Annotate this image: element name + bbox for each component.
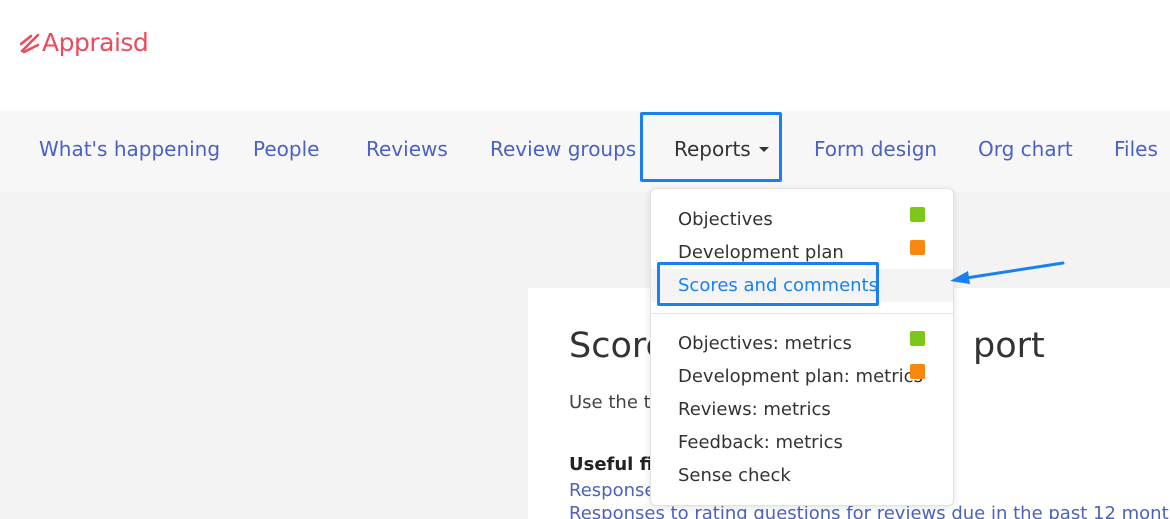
menu-item-sense-check[interactable]: Sense check <box>651 459 953 492</box>
filter-link-responses[interactable]: Response <box>569 480 655 501</box>
menu-item-reviews-metrics[interactable]: Reviews: metrics <box>651 393 953 426</box>
nav-item-review-groups[interactable]: Review groups <box>490 111 636 192</box>
menu-item-development-plan-metrics[interactable]: Development plan: metrics <box>651 360 953 393</box>
reports-dropdown-menu: Objectives Development plan Scores and c… <box>650 188 954 506</box>
app-header: Appraisd <box>0 0 1170 111</box>
status-square-icon <box>910 331 925 346</box>
reports-highlight-box <box>640 112 782 182</box>
useful-filters-heading: Useful fi <box>569 454 653 475</box>
nav-item-files[interactable]: Files <box>1114 111 1158 192</box>
nav-item-whats-happening[interactable]: What's happening <box>39 111 220 192</box>
status-square-icon <box>910 364 925 379</box>
page-intro: Use the th <box>569 392 663 413</box>
nav-item-org-chart[interactable]: Org chart <box>978 111 1073 192</box>
appraisd-wing-icon <box>20 33 40 53</box>
nav-item-people[interactable]: People <box>253 111 319 192</box>
appraisd-logo[interactable]: Appraisd <box>20 28 149 57</box>
brand-name: Appraisd <box>42 28 149 57</box>
menu-divider <box>651 313 953 314</box>
menu-item-feedback-metrics[interactable]: Feedback: metrics <box>651 426 953 459</box>
page-title-end: port <box>973 326 1045 366</box>
menu-item-objectives[interactable]: Objectives <box>651 203 953 236</box>
nav-item-form-design[interactable]: Form design <box>814 111 937 192</box>
main-nav: What's happening People Reviews Review g… <box>0 111 1170 192</box>
annotation-arrow-icon <box>950 261 1065 284</box>
scores-highlight-box <box>657 262 879 306</box>
status-square-icon <box>910 240 925 255</box>
menu-item-objectives-metrics[interactable]: Objectives: metrics <box>651 327 953 360</box>
nav-item-reviews[interactable]: Reviews <box>366 111 448 192</box>
status-square-icon <box>910 207 925 222</box>
